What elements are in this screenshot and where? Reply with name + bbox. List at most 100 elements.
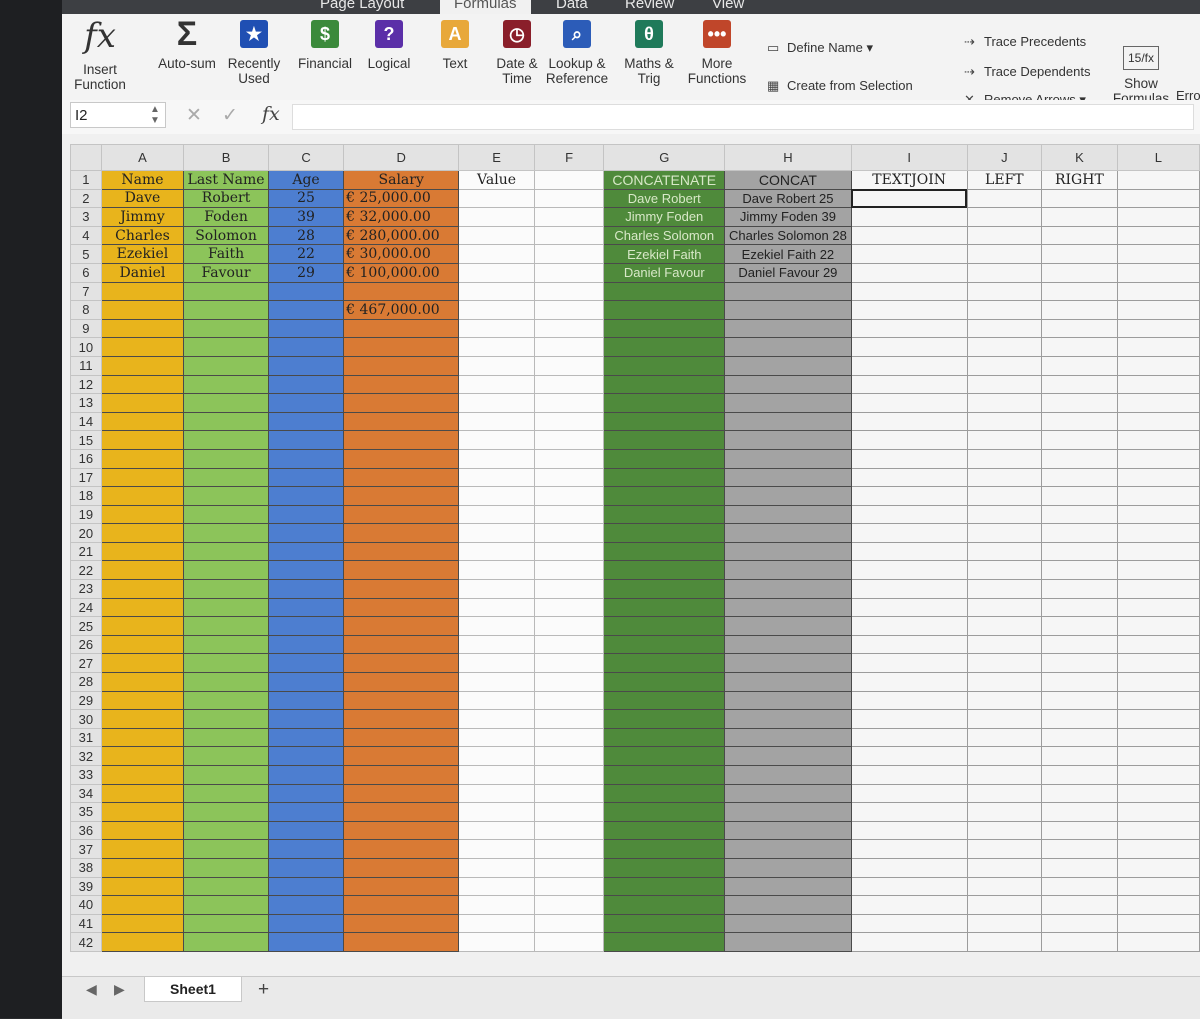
cell-f3[interactable] [533, 207, 605, 227]
cell-c35[interactable] [267, 802, 345, 822]
cell-b36[interactable] [183, 820, 269, 841]
recently-used-button[interactable]: ★ Recently Used [219, 20, 289, 86]
cell-l25[interactable] [1116, 616, 1200, 636]
cell-j41[interactable] [966, 913, 1043, 934]
cell-c8[interactable] [267, 300, 345, 320]
cell-d40[interactable] [343, 895, 460, 915]
cell-l31[interactable] [1116, 727, 1200, 748]
cell-h39[interactable] [724, 876, 852, 897]
cell-j34[interactable] [966, 783, 1043, 804]
cell-f26[interactable] [533, 634, 605, 655]
cell-d38[interactable] [343, 857, 460, 878]
cell-l36[interactable] [1116, 820, 1200, 841]
cell-e20[interactable] [458, 523, 535, 543]
tab-page-layout[interactable]: Page Layout [320, 0, 404, 12]
cell-d33[interactable] [343, 765, 460, 785]
cell-k24[interactable] [1041, 597, 1118, 618]
cell-e8[interactable] [458, 300, 535, 320]
cell-i28[interactable] [850, 672, 968, 692]
cell-h42[interactable] [724, 932, 852, 952]
cell-c10[interactable] [267, 337, 345, 357]
cell-h6[interactable]: Daniel Favour 29 [724, 262, 852, 283]
cell-a35[interactable] [100, 802, 185, 822]
cell-c20[interactable] [267, 523, 345, 543]
cell-l8[interactable] [1116, 300, 1200, 320]
cell-b37[interactable] [183, 839, 269, 859]
cell-b31[interactable] [183, 727, 269, 748]
cell-e22[interactable] [458, 560, 535, 581]
tab-review[interactable]: Review [625, 0, 674, 12]
cell-g4[interactable]: Charles Solomon [603, 225, 726, 246]
auto-sum-button[interactable]: Σ Auto-sum [152, 17, 222, 71]
cell-l2[interactable] [1116, 188, 1200, 209]
cell-d8[interactable]: € 467,000.00 [343, 300, 460, 320]
cell-l20[interactable] [1116, 523, 1200, 543]
cell-j24[interactable] [966, 597, 1043, 618]
trace-dependents-button[interactable]: ⇢ Trace Dependents [964, 64, 1090, 80]
cell-c34[interactable] [267, 783, 345, 804]
cell-j6[interactable] [966, 262, 1043, 283]
cell-k23[interactable] [1041, 579, 1118, 599]
row-header[interactable]: 14 [70, 411, 102, 432]
cell-a13[interactable] [100, 393, 185, 413]
maths-trig-button[interactable]: θ Maths & Trig [614, 20, 684, 86]
cell-g18[interactable] [603, 486, 726, 506]
cell-d2[interactable]: € 25,000.00 [343, 188, 460, 209]
cell-l10[interactable] [1116, 337, 1200, 357]
cell-f40[interactable] [533, 895, 605, 915]
cell-e18[interactable] [458, 486, 535, 506]
cell-h22[interactable] [724, 560, 852, 581]
cell-c27[interactable] [267, 653, 345, 674]
cell-l14[interactable] [1116, 411, 1200, 432]
cell-a3[interactable]: Jimmy [100, 207, 185, 227]
cell-h41[interactable] [724, 913, 852, 934]
row-header[interactable]: 18 [70, 486, 102, 506]
cell-d12[interactable] [343, 374, 460, 395]
cell-g11[interactable] [603, 355, 726, 376]
row-header[interactable]: 36 [70, 820, 102, 841]
cell-g27[interactable] [603, 653, 726, 674]
cell-i35[interactable] [850, 802, 968, 822]
cell-b1[interactable]: Last Name [183, 170, 269, 190]
cell-l38[interactable] [1116, 857, 1200, 878]
cell-d15[interactable] [343, 430, 460, 450]
cell-g29[interactable] [603, 690, 726, 711]
cell-i22[interactable] [850, 560, 968, 581]
row-header[interactable]: 7 [70, 281, 102, 302]
cell-h13[interactable] [724, 393, 852, 413]
cell-g16[interactable] [603, 448, 726, 469]
cell-a24[interactable] [100, 597, 185, 618]
cell-j35[interactable] [966, 802, 1043, 822]
cell-h16[interactable] [724, 448, 852, 469]
cell-k19[interactable] [1041, 504, 1118, 525]
cell-g40[interactable] [603, 895, 726, 915]
cell-e16[interactable] [458, 448, 535, 469]
cell-i7[interactable] [850, 281, 968, 302]
cell-d22[interactable] [343, 560, 460, 581]
cell-k36[interactable] [1041, 820, 1118, 841]
cell-e2[interactable] [458, 188, 535, 209]
cell-c24[interactable] [267, 597, 345, 618]
cell-k4[interactable] [1041, 225, 1118, 246]
cell-k27[interactable] [1041, 653, 1118, 674]
row-header[interactable]: 39 [70, 876, 102, 897]
cell-c40[interactable] [267, 895, 345, 915]
cell-h35[interactable] [724, 802, 852, 822]
logical-button[interactable]: ? Logical [354, 20, 424, 71]
cell-e35[interactable] [458, 802, 535, 822]
cell-i19[interactable] [850, 504, 968, 525]
cell-k14[interactable] [1041, 411, 1118, 432]
row-header[interactable]: 11 [70, 355, 102, 376]
cell-f21[interactable] [533, 541, 605, 562]
cell-f1[interactable] [533, 170, 605, 190]
cell-k12[interactable] [1041, 374, 1118, 395]
cell-d19[interactable] [343, 504, 460, 525]
cell-b20[interactable] [183, 523, 269, 543]
cell-b28[interactable] [183, 672, 269, 692]
column-header-b[interactable]: B [183, 144, 269, 171]
cell-g37[interactable] [603, 839, 726, 859]
row-header[interactable]: 13 [70, 393, 102, 413]
cell-e27[interactable] [458, 653, 535, 674]
cell-h27[interactable] [724, 653, 852, 674]
cell-h17[interactable] [724, 467, 852, 488]
